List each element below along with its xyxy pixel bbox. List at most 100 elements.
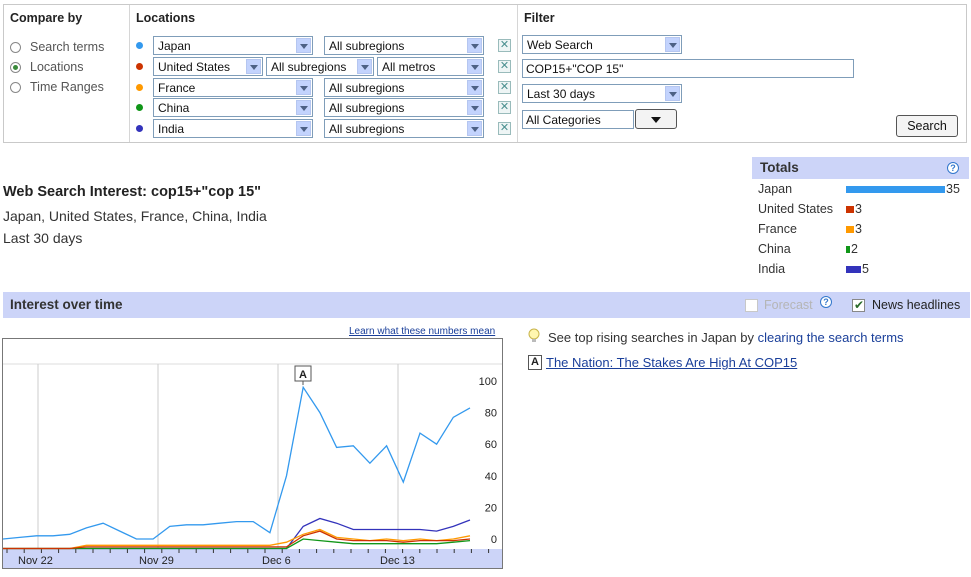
totals-bar-japan — [846, 186, 945, 193]
interest-header-band: Interest over time Forecast ? News headl… — [3, 292, 970, 318]
totals-value: 35 — [946, 182, 960, 196]
country-select[interactable]: United States — [153, 57, 263, 76]
chevron-down-icon — [467, 38, 482, 53]
column-divider — [517, 5, 518, 142]
country-select[interactable]: India — [153, 119, 313, 138]
remove-location-icon[interactable]: ✕ — [498, 39, 511, 52]
help-icon[interactable]: ? — [820, 296, 832, 308]
totals-row-label: United States — [758, 202, 834, 216]
news-headline-link[interactable]: The Nation: The Stakes Are High At COP15 — [546, 355, 797, 370]
totals-row-label: Japan — [758, 182, 793, 196]
totals-title: Totals — [760, 160, 799, 175]
locations-summary: Japan, United States, France, China, Ind… — [3, 208, 267, 224]
search-button[interactable]: Search — [896, 115, 958, 137]
query-input[interactable]: COP15+"COP 15" — [522, 59, 854, 78]
rising-prefix: See top rising searches in Japan by — [548, 330, 758, 345]
period-summary: Last 30 days — [3, 230, 83, 246]
remove-location-icon[interactable]: ✕ — [498, 101, 511, 114]
x-tick-label: Dec 6 — [262, 555, 291, 567]
chevron-down-icon — [296, 100, 311, 115]
series-color-dot — [136, 42, 143, 49]
help-icon[interactable]: ? — [947, 162, 959, 174]
x-tick-label: Dec 13 — [380, 555, 415, 567]
lightbulb-icon — [528, 328, 540, 342]
filter-header: Filter — [524, 11, 555, 25]
chevron-down-icon — [467, 59, 482, 74]
compare-by-header: Compare by — [10, 11, 83, 25]
subregion-select[interactable]: All subregions — [324, 98, 484, 117]
subregion-value: All subregions — [329, 101, 405, 115]
category-field[interactable]: All Categories — [522, 110, 634, 129]
subregion-value: All subregions — [329, 39, 405, 53]
interest-chart-svg: Nov 22 Nov 29 Dec 6 Dec 13 100 80 60 40 20 0 A — [2, 363, 502, 568]
property-value: Web Search — [527, 38, 593, 52]
property-select[interactable]: Web Search — [522, 35, 682, 54]
x-tick-label: Nov 29 — [139, 555, 174, 567]
series-line-japan — [2, 385, 471, 540]
country-value: United States — [158, 60, 231, 74]
news-marker: A — [528, 355, 542, 370]
totals-value: 3 — [855, 202, 862, 216]
chevron-down-icon — [665, 86, 680, 101]
totals-bar-china — [846, 246, 850, 253]
compare-option-time-ranges[interactable]: Time Ranges — [10, 78, 104, 96]
remove-location-icon[interactable]: ✕ — [498, 60, 511, 73]
chevron-down-icon — [665, 37, 680, 52]
subregion-select[interactable]: All subregions — [324, 36, 484, 55]
compare-option-locations[interactable]: Locations — [10, 58, 84, 76]
news-headlines-label: News headlines — [872, 298, 961, 312]
x-tick-label: Nov 22 — [18, 555, 53, 567]
totals-row-label: China — [758, 242, 791, 256]
interest-header: Interest over time — [10, 297, 123, 312]
date-range-select[interactable]: Last 30 days — [522, 84, 682, 103]
category-dropdown-button[interactable] — [635, 109, 677, 129]
compare-option-search-terms[interactable]: Search terms — [10, 38, 104, 56]
y-tick-label: 0 — [491, 534, 497, 546]
y-tick-label: 40 — [485, 471, 497, 483]
totals-value: 5 — [862, 262, 869, 276]
chevron-down-icon — [296, 121, 311, 136]
country-select[interactable]: France — [153, 78, 313, 97]
subregion-select[interactable]: All subregions — [266, 57, 374, 76]
country-select[interactable]: Japan — [153, 36, 313, 55]
interest-chart: Nov 22 Nov 29 Dec 6 Dec 13 100 80 60 40 20 0 A — [2, 338, 503, 569]
subregion-value: All subregions — [329, 122, 405, 136]
forecast-checkbox[interactable] — [745, 299, 758, 312]
y-tick-label: 20 — [485, 502, 497, 514]
metro-select[interactable]: All metros — [377, 57, 484, 76]
chevron-down-icon — [467, 100, 482, 115]
locations-header: Locations — [136, 11, 196, 25]
totals-value: 2 — [851, 242, 858, 256]
column-divider — [129, 5, 130, 142]
country-value: France — [158, 81, 196, 95]
totals-bar-india — [846, 266, 861, 273]
chevron-down-icon — [296, 80, 311, 95]
radio-time-ranges[interactable] — [10, 81, 21, 93]
country-select[interactable]: China — [153, 98, 313, 117]
forecast-label: Forecast — [764, 298, 813, 312]
rising-searches: See top rising searches in Japan by clea… — [548, 330, 904, 345]
series-color-dot — [136, 125, 143, 132]
learn-numbers-link[interactable]: Learn what these numbers mean — [349, 326, 495, 337]
news-headlines-checkbox[interactable] — [852, 298, 865, 312]
y-tick-label: 80 — [485, 408, 497, 420]
country-value: Japan — [158, 39, 191, 53]
country-value: India — [158, 122, 185, 136]
subregion-select[interactable]: All subregions — [324, 119, 484, 138]
chevron-down-icon — [467, 121, 482, 136]
totals-header: Totals ? — [752, 157, 969, 179]
series-color-dot — [136, 104, 143, 111]
compare-option-label: Search terms — [30, 40, 105, 54]
remove-location-icon[interactable]: ✕ — [498, 122, 511, 135]
clear-search-terms-link[interactable]: clearing the search terms — [758, 330, 904, 345]
totals-value: 3 — [855, 222, 862, 236]
radio-search-terms[interactable] — [10, 41, 21, 53]
subregion-select[interactable]: All subregions — [324, 78, 484, 97]
date-range-value: Last 30 days — [527, 87, 596, 101]
metro-value: All metros — [382, 60, 436, 74]
radio-locations[interactable] — [10, 61, 21, 73]
chevron-down-icon — [296, 38, 311, 53]
remove-location-icon[interactable]: ✕ — [498, 81, 511, 94]
subregion-value: All subregions — [271, 60, 347, 74]
chevron-down-icon — [467, 80, 482, 95]
